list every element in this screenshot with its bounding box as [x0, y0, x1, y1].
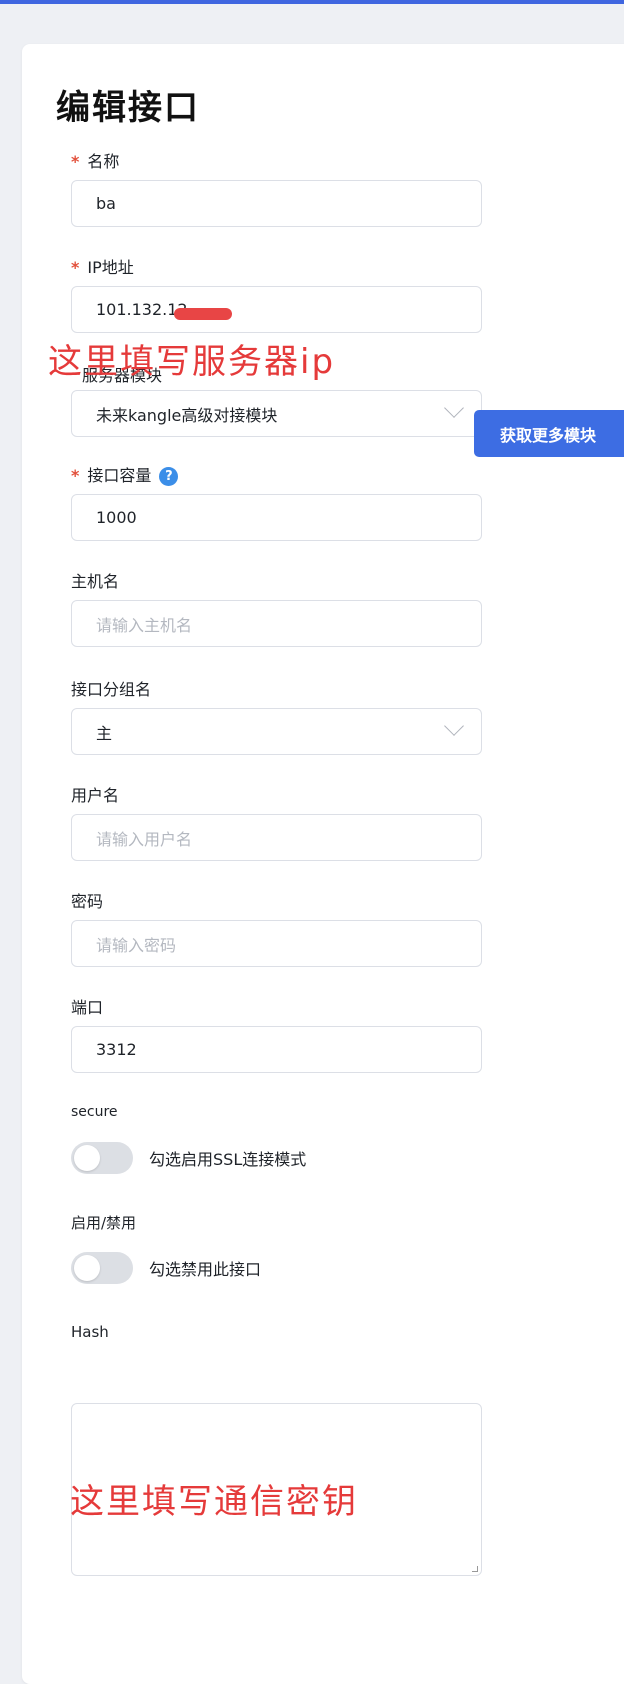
name-label: * 名称 [71, 152, 120, 171]
enable-toggle-text: 勾选禁用此接口 [149, 1260, 262, 1279]
top-accent-bar [0, 0, 624, 4]
toggle-knob [74, 1255, 100, 1281]
password-input[interactable]: 请输入密码 [71, 920, 482, 967]
group-label: 接口分组名 [71, 680, 152, 699]
username-input[interactable]: 请输入用户名 [71, 814, 482, 861]
secure-toggle-row: 勾选启用SSL连接模式 [71, 1142, 306, 1174]
chevron-down-icon [444, 716, 464, 736]
group-select[interactable]: 主 [71, 708, 482, 755]
password-label: 密码 [71, 892, 104, 911]
edit-interface-card: 编辑接口 * 名称 ba * IP地址 101.132.12 服务器模块 未来kan… [22, 44, 624, 1684]
capacity-label: * 接口容量? [71, 462, 179, 486]
ip-label: * IP地址 [71, 258, 134, 277]
ip-annotation: 这里填写服务器ip [48, 342, 336, 382]
resize-handle[interactable] [472, 1566, 478, 1572]
hash-annotation: 这里填写通信密钥 [70, 1482, 358, 1522]
name-input[interactable]: ba [71, 180, 482, 227]
enable-label: 启用/禁用 [71, 1214, 137, 1232]
toggle-knob [74, 1145, 100, 1171]
enable-toggle[interactable] [71, 1252, 133, 1284]
page-title: 编辑接口 [56, 88, 200, 128]
enable-toggle-row: 勾选禁用此接口 [71, 1252, 261, 1284]
redaction-mark [174, 308, 232, 320]
ip-input[interactable]: 101.132.12 [71, 286, 482, 333]
server-module-select[interactable]: 未来kangle高级对接模块 [71, 390, 482, 437]
required-mark: * [71, 466, 80, 485]
hostname-input[interactable]: 请输入主机名 [71, 600, 482, 647]
get-more-modules-button[interactable]: 获取更多模块 [474, 410, 624, 457]
help-icon[interactable]: ? [159, 467, 179, 486]
username-label: 用户名 [71, 786, 120, 805]
hostname-label: 主机名 [71, 572, 120, 591]
required-mark: * [71, 258, 80, 277]
required-mark: * [71, 152, 80, 171]
secure-toggle-text: 勾选启用SSL连接模式 [149, 1150, 307, 1169]
secure-label: secure [71, 1104, 118, 1120]
capacity-input[interactable]: 1000 [71, 494, 482, 541]
hash-label: Hash [71, 1323, 109, 1341]
secure-toggle[interactable] [71, 1142, 133, 1174]
chevron-down-icon [444, 398, 464, 418]
port-input[interactable]: 3312 [71, 1026, 482, 1073]
port-label: 端口 [71, 998, 104, 1017]
